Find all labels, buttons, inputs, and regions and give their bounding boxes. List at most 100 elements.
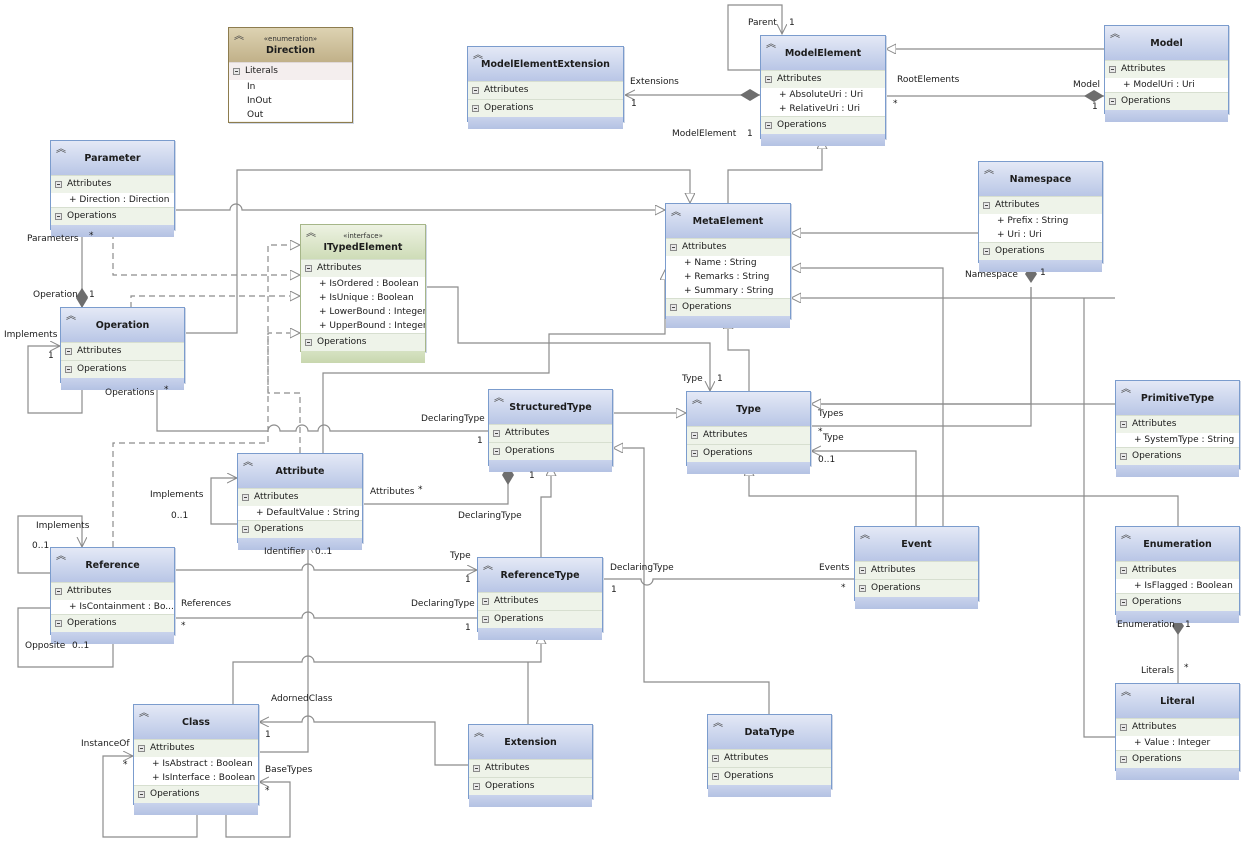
minus-box-icon[interactable] — [1120, 599, 1127, 606]
attribute-item[interactable]: + Value : Integer — [1116, 736, 1239, 750]
minus-box-icon[interactable] — [712, 755, 719, 762]
class-model[interactable]: ︽ Model Attributes + ModelUri : Uri Operatio… — [1104, 25, 1229, 122]
class-literal[interactable]: ︽ Literal Attributes + Value : Integer Opera… — [1115, 683, 1240, 780]
operations-section[interactable]: Operations — [979, 242, 1102, 260]
operations-section[interactable]: Operations — [708, 767, 831, 785]
attribute-item[interactable]: + DefaultValue : String — [238, 506, 362, 520]
double-chevron-up-icon[interactable]: ︽ — [483, 562, 493, 572]
attributes-section[interactable]: Attributes — [134, 739, 258, 757]
attributes-section[interactable]: Attributes — [1105, 60, 1228, 78]
class-reference[interactable]: ︽ Reference Attributes + IsContainment : Bo… — [50, 547, 175, 644]
attributes-section[interactable]: Attributes — [238, 488, 362, 506]
minus-box-icon[interactable] — [670, 244, 677, 251]
operations-section[interactable]: Operations — [761, 116, 885, 134]
class-operation[interactable]: ︽ Operation Attributes Operations — [60, 307, 185, 390]
double-chevron-up-icon[interactable]: ︽ — [473, 51, 483, 61]
class-class[interactable]: ︽ Class Attributes + IsAbstract : Boolean + … — [133, 704, 259, 815]
attributes-section[interactable]: Attributes — [301, 259, 425, 277]
minus-box-icon[interactable] — [691, 432, 698, 439]
attribute-item[interactable]: + Direction : Direction — [51, 193, 174, 207]
operations-section[interactable]: Operations — [468, 99, 623, 117]
operations-section[interactable]: Operations — [61, 360, 184, 378]
minus-box-icon[interactable] — [305, 265, 312, 272]
attribute-item[interactable]: + IsFlagged : Boolean — [1116, 579, 1239, 593]
minus-box-icon[interactable] — [1109, 98, 1116, 105]
class-attribute[interactable]: ︽ Attribute Attributes + DefaultValue : Str… — [237, 453, 363, 550]
minus-box-icon[interactable] — [493, 430, 500, 437]
attribute-item[interactable]: + SystemType : String — [1116, 433, 1239, 447]
attributes-section[interactable]: Attributes — [61, 342, 184, 360]
class-event[interactable]: ︽ Event Attributes Operations — [854, 526, 979, 609]
minus-box-icon[interactable] — [983, 248, 990, 255]
attributes-section[interactable]: Attributes — [478, 592, 602, 610]
operations-section[interactable]: Operations — [687, 444, 810, 462]
minus-box-icon[interactable] — [1120, 421, 1127, 428]
minus-box-icon[interactable] — [1120, 756, 1127, 763]
class-enumeration[interactable]: ︽ Enumeration Attributes + IsFlagged : Bool… — [1115, 526, 1240, 623]
attribute-item[interactable]: + IsAbstract : Boolean — [134, 757, 258, 771]
class-model-element[interactable]: ︽ ModelElement Attributes + AbsoluteUri : U… — [760, 35, 886, 146]
minus-box-icon[interactable] — [482, 616, 489, 623]
class-ityped-element[interactable]: ︽ «interface» ITypedElement Attributes + IsO… — [300, 224, 426, 363]
double-chevron-up-icon[interactable]: ︽ — [234, 32, 244, 42]
class-extension[interactable]: ︽ Extension Attributes Operations — [468, 724, 593, 807]
minus-box-icon[interactable] — [138, 745, 145, 752]
minus-box-icon[interactable] — [1120, 453, 1127, 460]
double-chevron-up-icon[interactable]: ︽ — [56, 145, 66, 155]
double-chevron-up-icon[interactable]: ︽ — [1121, 531, 1131, 541]
operations-section[interactable]: Operations — [489, 442, 612, 460]
minus-box-icon[interactable] — [1120, 724, 1127, 731]
class-primitive-type[interactable]: ︽ PrimitiveType Attributes + SystemType : S… — [1115, 380, 1240, 477]
class-direction[interactable]: ︽ «enumeration» Direction Literals In In… — [228, 27, 353, 123]
double-chevron-up-icon[interactable]: ︽ — [671, 208, 681, 218]
attributes-section[interactable]: Attributes — [855, 561, 978, 579]
operations-section[interactable]: Operations — [134, 785, 258, 803]
double-chevron-up-icon[interactable]: ︽ — [243, 458, 253, 468]
minus-box-icon[interactable] — [55, 588, 62, 595]
class-model-element-extension[interactable]: ︽ ModelElementExtension Attributes Operatio… — [467, 46, 624, 129]
operations-section[interactable]: Operations — [301, 333, 425, 351]
operations-section[interactable]: Operations — [51, 207, 174, 225]
double-chevron-up-icon[interactable]: ︽ — [860, 531, 870, 541]
minus-box-icon[interactable] — [242, 494, 249, 501]
attribute-item[interactable]: + AbsoluteUri : Uri — [761, 88, 885, 102]
attributes-section[interactable]: Attributes — [708, 749, 831, 767]
operations-section[interactable]: Operations — [1116, 447, 1239, 465]
attributes-section[interactable]: Attributes — [979, 196, 1102, 214]
attributes-section[interactable]: Attributes — [761, 70, 885, 88]
attribute-item[interactable]: + IsInterface : Boolean — [134, 771, 258, 785]
class-data-type[interactable]: ︽ DataType Attributes Operations — [707, 714, 832, 797]
minus-box-icon[interactable] — [473, 783, 480, 790]
minus-box-icon[interactable] — [472, 105, 479, 112]
minus-box-icon[interactable] — [65, 366, 72, 373]
class-reference-type[interactable]: ︽ ReferenceType Attributes Operations — [477, 557, 603, 640]
attribute-item[interactable]: + Name : String — [666, 256, 790, 270]
minus-box-icon[interactable] — [65, 348, 72, 355]
minus-box-icon[interactable] — [305, 339, 312, 346]
attributes-section[interactable]: Attributes — [1116, 415, 1239, 433]
operations-section[interactable]: Operations — [469, 777, 592, 795]
operations-section[interactable]: Operations — [855, 579, 978, 597]
attribute-item[interactable]: + Summary : String — [666, 284, 790, 298]
minus-box-icon[interactable] — [712, 773, 719, 780]
attribute-item[interactable]: + RelativeUri : Uri — [761, 102, 885, 116]
minus-box-icon[interactable] — [233, 68, 240, 75]
minus-box-icon[interactable] — [765, 122, 772, 129]
operations-section[interactable]: Operations — [666, 298, 790, 316]
minus-box-icon[interactable] — [472, 87, 479, 94]
literals-section[interactable]: Literals — [229, 62, 352, 80]
double-chevron-up-icon[interactable]: ︽ — [1121, 385, 1131, 395]
attributes-section[interactable]: Attributes — [687, 426, 810, 444]
attributes-section[interactable]: Attributes — [468, 81, 623, 99]
double-chevron-up-icon[interactable]: ︽ — [766, 40, 776, 50]
minus-box-icon[interactable] — [55, 213, 62, 220]
minus-box-icon[interactable] — [765, 76, 772, 83]
operations-section[interactable]: Operations — [1116, 593, 1239, 611]
double-chevron-up-icon[interactable]: ︽ — [66, 312, 76, 322]
operations-section[interactable]: Operations — [238, 520, 362, 538]
minus-box-icon[interactable] — [691, 450, 698, 457]
operations-section[interactable]: Operations — [478, 610, 602, 628]
attribute-item[interactable]: + ModelUri : Uri — [1105, 78, 1228, 92]
operations-section[interactable]: Operations — [1116, 750, 1239, 768]
double-chevron-up-icon[interactable]: ︽ — [494, 394, 504, 404]
